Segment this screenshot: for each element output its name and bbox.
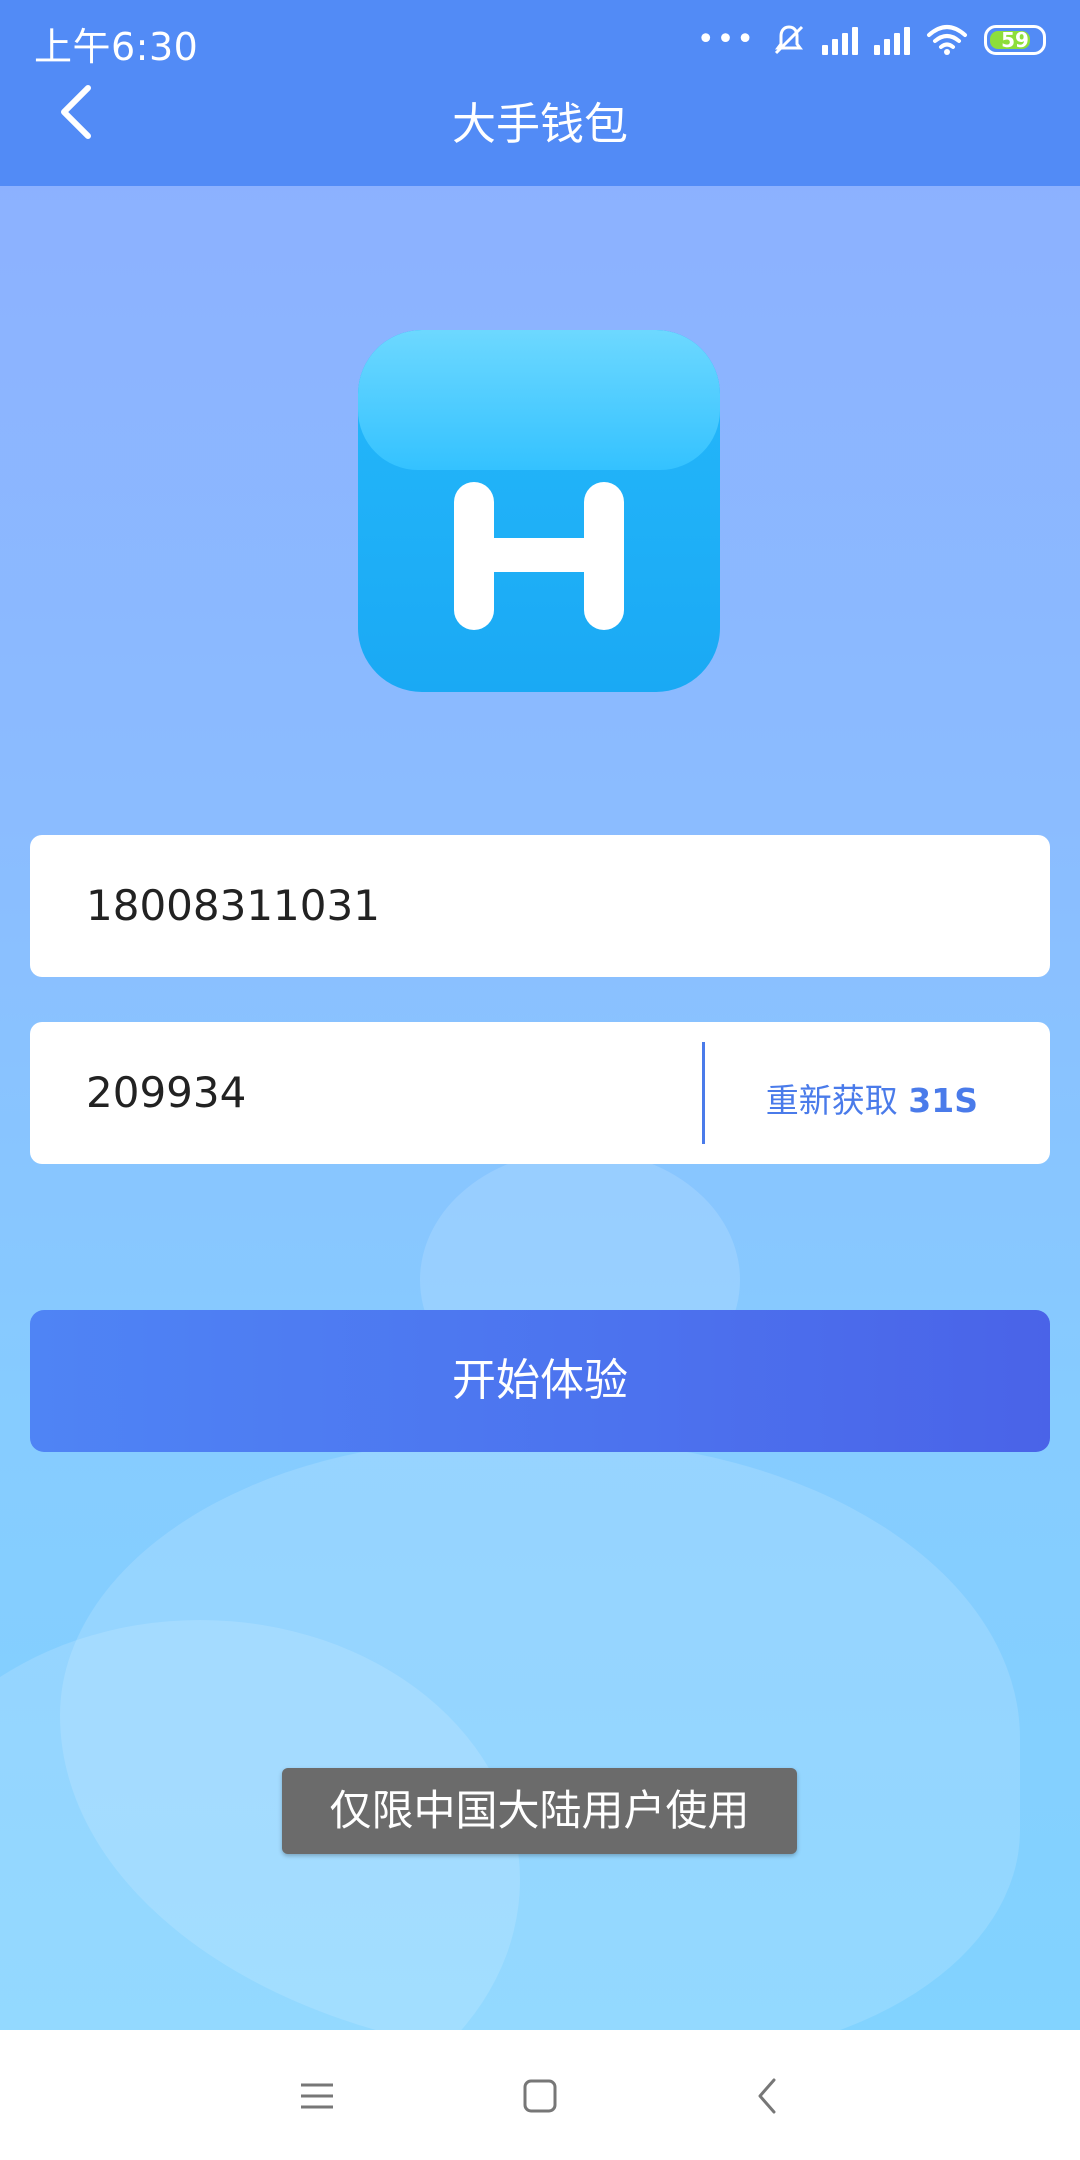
nav-back-button[interactable]	[740, 2068, 796, 2124]
app-logo-icon	[358, 330, 720, 692]
battery-level: 59	[1001, 28, 1029, 52]
phone-field[interactable]: 18008311031	[30, 835, 1050, 977]
mute-icon	[774, 25, 804, 55]
menu-button[interactable]	[289, 2068, 345, 2124]
signal-icon-2	[874, 25, 910, 55]
nav-back-icon	[758, 2078, 776, 2114]
toast-message: 仅限中国大陆用户使用	[282, 1768, 797, 1854]
status-time: 上午6:30	[34, 25, 199, 69]
start-experience-button[interactable]: 开始体验	[30, 1310, 1050, 1452]
verification-code-field[interactable]: 209934 重新获取 31S	[30, 1022, 1050, 1164]
page-title: 大手钱包	[452, 99, 628, 150]
home-icon	[523, 2079, 557, 2113]
code-input-value: 209934	[86, 1068, 247, 1117]
menu-icon	[301, 2083, 333, 2109]
phone-input-value: 18008311031	[86, 881, 380, 930]
battery-icon: 59	[984, 25, 1046, 55]
field-divider	[702, 1042, 705, 1144]
status-icons: ••• 59	[697, 18, 1046, 62]
resend-label: 重新获取	[765, 1081, 898, 1120]
more-notifications-icon: •••	[696, 22, 756, 57]
status-bar: 上午6:30 ••• 59	[0, 0, 1080, 78]
home-button[interactable]	[512, 2068, 568, 2124]
resend-countdown: 31S	[908, 1081, 978, 1120]
resend-code-button[interactable]: 重新获取 31S	[766, 1074, 978, 1122]
system-navigation-bar	[0, 2030, 1080, 2160]
app-header: 上午6:30 ••• 59 大手钱包	[0, 0, 1080, 186]
signal-icon	[822, 25, 858, 55]
app-screen: 上午6:30 ••• 59 大手钱包 18008311031 209934 重新…	[0, 0, 1080, 2030]
wifi-icon	[927, 25, 967, 55]
